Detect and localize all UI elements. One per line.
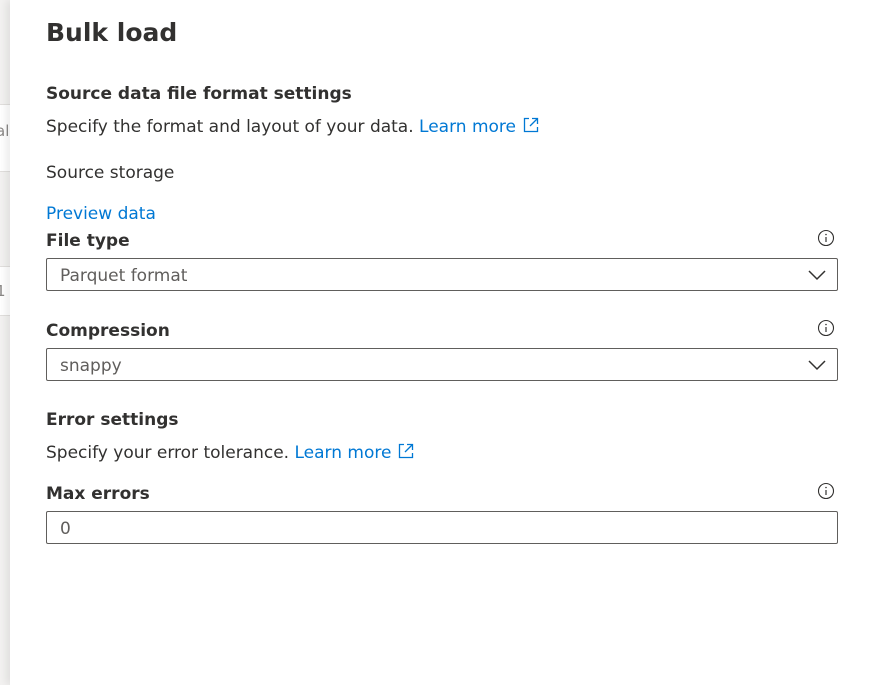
max-errors-label: Max errors bbox=[46, 484, 150, 504]
info-icon[interactable] bbox=[817, 482, 835, 500]
compression-dropdown[interactable]: snappy bbox=[46, 348, 838, 381]
source-format-description: Specify the format and layout of your da… bbox=[46, 116, 540, 137]
learn-more-label: Learn more bbox=[419, 117, 516, 137]
source-format-description-text: Specify the format and layout of your da… bbox=[46, 117, 414, 137]
compression-label: Compression bbox=[46, 321, 170, 341]
info-icon[interactable] bbox=[817, 229, 835, 247]
chevron-down-icon bbox=[808, 360, 826, 371]
background-text: al bbox=[0, 122, 10, 140]
compression-value: snappy bbox=[60, 356, 122, 376]
learn-more-link[interactable]: Learn more bbox=[419, 117, 540, 137]
info-icon[interactable] bbox=[817, 319, 835, 337]
max-errors-input[interactable]: 0 bbox=[46, 511, 838, 544]
panel-title: Bulk load bbox=[46, 18, 178, 47]
file-type-label: File type bbox=[46, 231, 130, 251]
learn-more-link[interactable]: Learn more bbox=[295, 443, 416, 463]
source-format-heading: Source data file format settings bbox=[46, 84, 352, 104]
error-settings-description: Specify your error tolerance. Learn more bbox=[46, 442, 415, 463]
chevron-down-icon bbox=[808, 270, 826, 281]
external-link-icon bbox=[523, 117, 539, 133]
source-storage-label: Source storage bbox=[46, 163, 175, 183]
external-link-icon bbox=[399, 443, 414, 459]
preview-data-link[interactable]: Preview data bbox=[46, 204, 156, 224]
background-page: al 1 bbox=[0, 0, 10, 685]
error-settings-description-text: Specify your error tolerance. bbox=[46, 443, 290, 463]
file-type-dropdown[interactable]: Parquet format bbox=[46, 258, 838, 291]
background-text: 1 bbox=[0, 282, 6, 300]
file-type-value: Parquet format bbox=[60, 266, 188, 286]
learn-more-label: Learn more bbox=[294, 443, 392, 463]
error-settings-heading: Error settings bbox=[46, 410, 179, 430]
bulk-load-panel: Bulk load Source data file format settin… bbox=[10, 0, 878, 685]
max-errors-value: 0 bbox=[60, 519, 71, 539]
